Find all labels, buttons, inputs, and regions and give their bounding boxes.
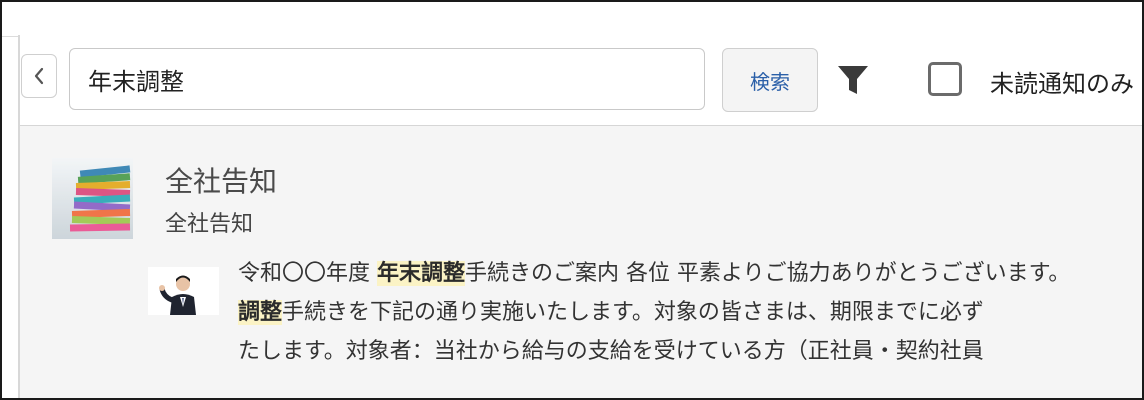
message-text: 令和〇〇年度 — [238, 261, 377, 286]
message-line: 令和〇〇年度 年末調整手続きのご案内 各位 平素よりご協力ありがとうございます。 — [238, 254, 1142, 293]
notice-message[interactable]: 令和〇〇年度 年末調整手続きのご案内 各位 平素よりご協力ありがとうございます。… — [238, 254, 1142, 371]
binders-image — [52, 158, 133, 239]
author-avatar[interactable] — [148, 267, 219, 315]
notice-list: 全社告知 全社告知 令和〇〇年度 年末調整手続きのご案内 各位 平素よりご協力あ… — [20, 126, 1142, 398]
search-input[interactable] — [69, 48, 705, 110]
back-button[interactable] — [21, 54, 57, 98]
search-button[interactable]: 検索 — [722, 48, 818, 112]
unread-only-checkbox[interactable] — [928, 62, 962, 96]
channel-thumbnail[interactable] — [52, 158, 133, 239]
search-highlight: 調整 — [238, 300, 283, 325]
funnel-icon[interactable] — [836, 62, 870, 98]
message-line: 調整手続きを下記の通り実施いたします。対象の皆さまは、期限までに必ず — [238, 293, 1142, 332]
top-strip — [2, 2, 1142, 37]
message-text: 手続きのご案内 各位 平素よりご協力ありがとうございます。 — [465, 261, 1071, 286]
unread-only-label[interactable]: 未読通知のみ — [990, 64, 1134, 99]
message-text: たします。対象者：当社から給与の支給を受けている方（正社員・契約社員 — [238, 339, 984, 364]
message-line: たします。対象者：当社から給与の支給を受けている方（正社員・契約社員 — [238, 332, 1142, 371]
person-icon — [148, 267, 219, 315]
search-toolbar: 検索 未読通知のみ — [20, 36, 1142, 126]
search-highlight: 年末調整 — [377, 261, 466, 286]
message-text: 手続きを下記の通り実施いたします。対象の皆さまは、期限までに必ず — [282, 300, 984, 325]
app-frame: 検索 未読通知のみ — [0, 0, 1144, 400]
channel-subtitle: 全社告知 — [165, 212, 254, 237]
channel-title[interactable]: 全社告知 — [165, 160, 277, 200]
chevron-left-icon — [34, 67, 44, 85]
